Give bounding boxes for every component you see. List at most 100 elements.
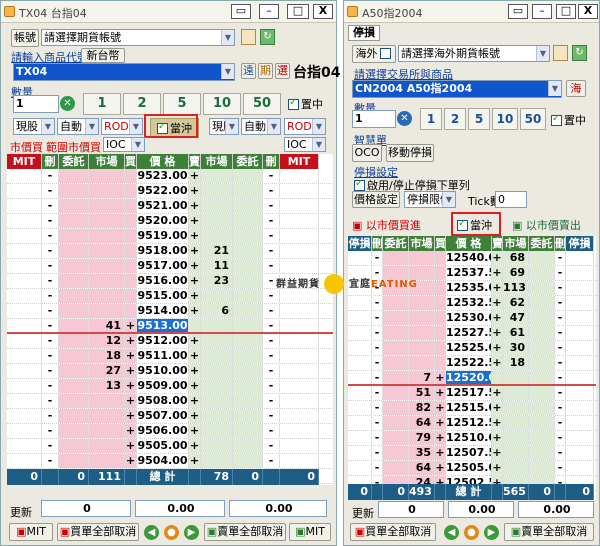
ladder-cell[interactable] (233, 334, 263, 348)
ladder-cell[interactable] (233, 439, 263, 453)
ladder-cell[interactable] (280, 319, 319, 332)
ladder-row[interactable]: - +9506.00 + - (7, 424, 333, 439)
qty-50-button[interactable]: 50 (243, 93, 281, 115)
range-market-buy-tab[interactable]: 範圍市價買 (46, 139, 101, 155)
ladder-cell[interactable] (280, 454, 319, 468)
ladder-cell[interactable] (348, 311, 372, 325)
ladder-row[interactable]: - +9504.00 + - (7, 454, 333, 469)
ladder-cell[interactable] (7, 259, 42, 273)
ladder-cell[interactable] (7, 409, 42, 423)
ladder-cell[interactable] (233, 409, 263, 423)
ladder-row[interactable]: - +9508.00 + - (7, 394, 333, 409)
product-code-input[interactable]: TX04 ▼ (13, 63, 235, 81)
clear-qty-icon[interactable]: ✕ (397, 111, 412, 126)
ladder-cell[interactable] (566, 251, 594, 265)
ladder-row[interactable]: - 41 +9513.00 - (7, 319, 333, 334)
restore-icon[interactable]: ▭ (231, 4, 251, 19)
ladder-cell[interactable] (59, 184, 89, 198)
right-ioc-select[interactable]: IOC ▼ (284, 137, 326, 152)
ladder-cell[interactable] (529, 266, 555, 280)
ladder-cell[interactable] (280, 439, 319, 453)
ladder-cell[interactable] (233, 289, 263, 303)
ladder-cell[interactable] (566, 326, 594, 340)
ladder-cell[interactable] (383, 356, 409, 370)
cancel-all-buy-button[interactable]: ▣買單全部取消 (350, 523, 436, 541)
ladder-cell[interactable] (529, 281, 555, 295)
ladder-cell[interactable] (233, 319, 263, 332)
ladder-cell[interactable] (233, 424, 263, 438)
left-type-select[interactable]: 現股 ▼ (13, 118, 55, 135)
cancel-all-buy-button[interactable]: ▣買單全部取消 (57, 523, 139, 541)
ladder-cell[interactable] (59, 379, 89, 393)
maximize-icon[interactable]: □ (287, 4, 309, 19)
ladder-cell[interactable] (348, 341, 372, 355)
ladder-cell[interactable] (529, 401, 555, 415)
center-checkbox[interactable]: 置中 (551, 112, 586, 128)
ladder-cell[interactable] (233, 259, 263, 273)
mit-right-button[interactable]: ▣MIT (289, 523, 331, 541)
ladder-cell[interactable] (383, 311, 409, 325)
ladder-cell[interactable] (529, 251, 555, 265)
ladder-cell[interactable] (7, 244, 42, 258)
ladder-cell[interactable] (7, 304, 42, 318)
ladder-row[interactable]: - 12527.5 +61 - (348, 326, 596, 341)
ladder-cell[interactable] (280, 244, 319, 258)
close-icon[interactable]: X (313, 4, 333, 19)
ladder-cell[interactable] (7, 169, 42, 183)
ladder-cell[interactable] (529, 416, 555, 430)
ladder-row[interactable]: -64 +12512.5 + - (348, 416, 596, 431)
ladder-cell[interactable] (529, 461, 555, 475)
ladder-cell[interactable] (7, 319, 42, 332)
ladder-cell[interactable] (7, 229, 42, 243)
ladder-cell[interactable] (233, 199, 263, 213)
overseas-quick-button[interactable]: 海 (566, 80, 586, 97)
ladder-cell[interactable] (383, 251, 409, 265)
ladder-cell[interactable] (383, 371, 409, 384)
futures-button[interactable]: 期 (258, 63, 273, 79)
ladder-cell[interactable] (7, 274, 42, 288)
arrow-left-icon[interactable]: ◀ (144, 525, 159, 540)
stop-type-select[interactable]: 停損限價 ▼ (404, 191, 456, 208)
qty-5-button[interactable]: 5 (468, 108, 490, 130)
options-button[interactable]: 選 (275, 63, 290, 79)
arrow-left-icon[interactable]: ◀ (444, 525, 459, 540)
ladder-cell[interactable] (233, 274, 263, 288)
ladder-cell[interactable] (383, 446, 409, 460)
ladder-cell[interactable] (7, 334, 42, 348)
price-setting-button[interactable]: 價格設定 (352, 191, 400, 208)
ladder-cell[interactable] (233, 394, 263, 408)
ladder-cell[interactable] (383, 416, 409, 430)
overseas-account-select[interactable]: 請選擇海外期貨帳號 ▼ (398, 45, 550, 62)
qty-10-button[interactable]: 10 (203, 93, 241, 115)
ladder-cell[interactable] (280, 334, 319, 348)
qty-2-button[interactable]: 2 (123, 93, 161, 115)
ladder-cell[interactable] (566, 371, 594, 384)
overseas-product-input[interactable]: CN2004 A50指2004 ▼ (352, 80, 562, 98)
ladder-cell[interactable] (280, 394, 319, 408)
ladder-row[interactable]: -27 +9510.00 + - (7, 364, 333, 379)
ladder-cell[interactable] (59, 289, 89, 303)
ladder-cell[interactable] (7, 349, 42, 363)
ladder-cell[interactable] (348, 386, 372, 400)
ladder-cell[interactable] (233, 454, 263, 468)
ladder-row[interactable]: - 7 +12520.0 - (348, 371, 596, 386)
ladder-cell[interactable] (566, 446, 594, 460)
ladder-cell[interactable] (59, 169, 89, 183)
ladder-cell[interactable] (280, 184, 319, 198)
ladder-row[interactable]: -13 +9509.00 + - (7, 379, 333, 394)
market-sell-button[interactable]: ▣ 以市價賣出 (512, 217, 581, 233)
ladder-cell[interactable] (383, 386, 409, 400)
currency-button[interactable]: 新台幣 (81, 48, 125, 63)
ladder-cell[interactable] (233, 244, 263, 258)
ladder-cell[interactable] (348, 401, 372, 415)
ladder-cell[interactable] (566, 401, 594, 415)
ladder-cell[interactable] (280, 199, 319, 213)
clipboard-icon[interactable] (553, 45, 568, 61)
center-checkbox[interactable]: 置中 (288, 96, 323, 112)
ladder-cell[interactable] (383, 401, 409, 415)
ladder-row[interactable]: - 9518.00 +21 - (7, 244, 333, 259)
ladder-cell[interactable] (233, 229, 263, 243)
ladder-cell[interactable] (529, 356, 555, 370)
ladder-cell[interactable] (233, 169, 263, 183)
ladder-row[interactable]: - 12540.0 +68 - (348, 251, 596, 266)
